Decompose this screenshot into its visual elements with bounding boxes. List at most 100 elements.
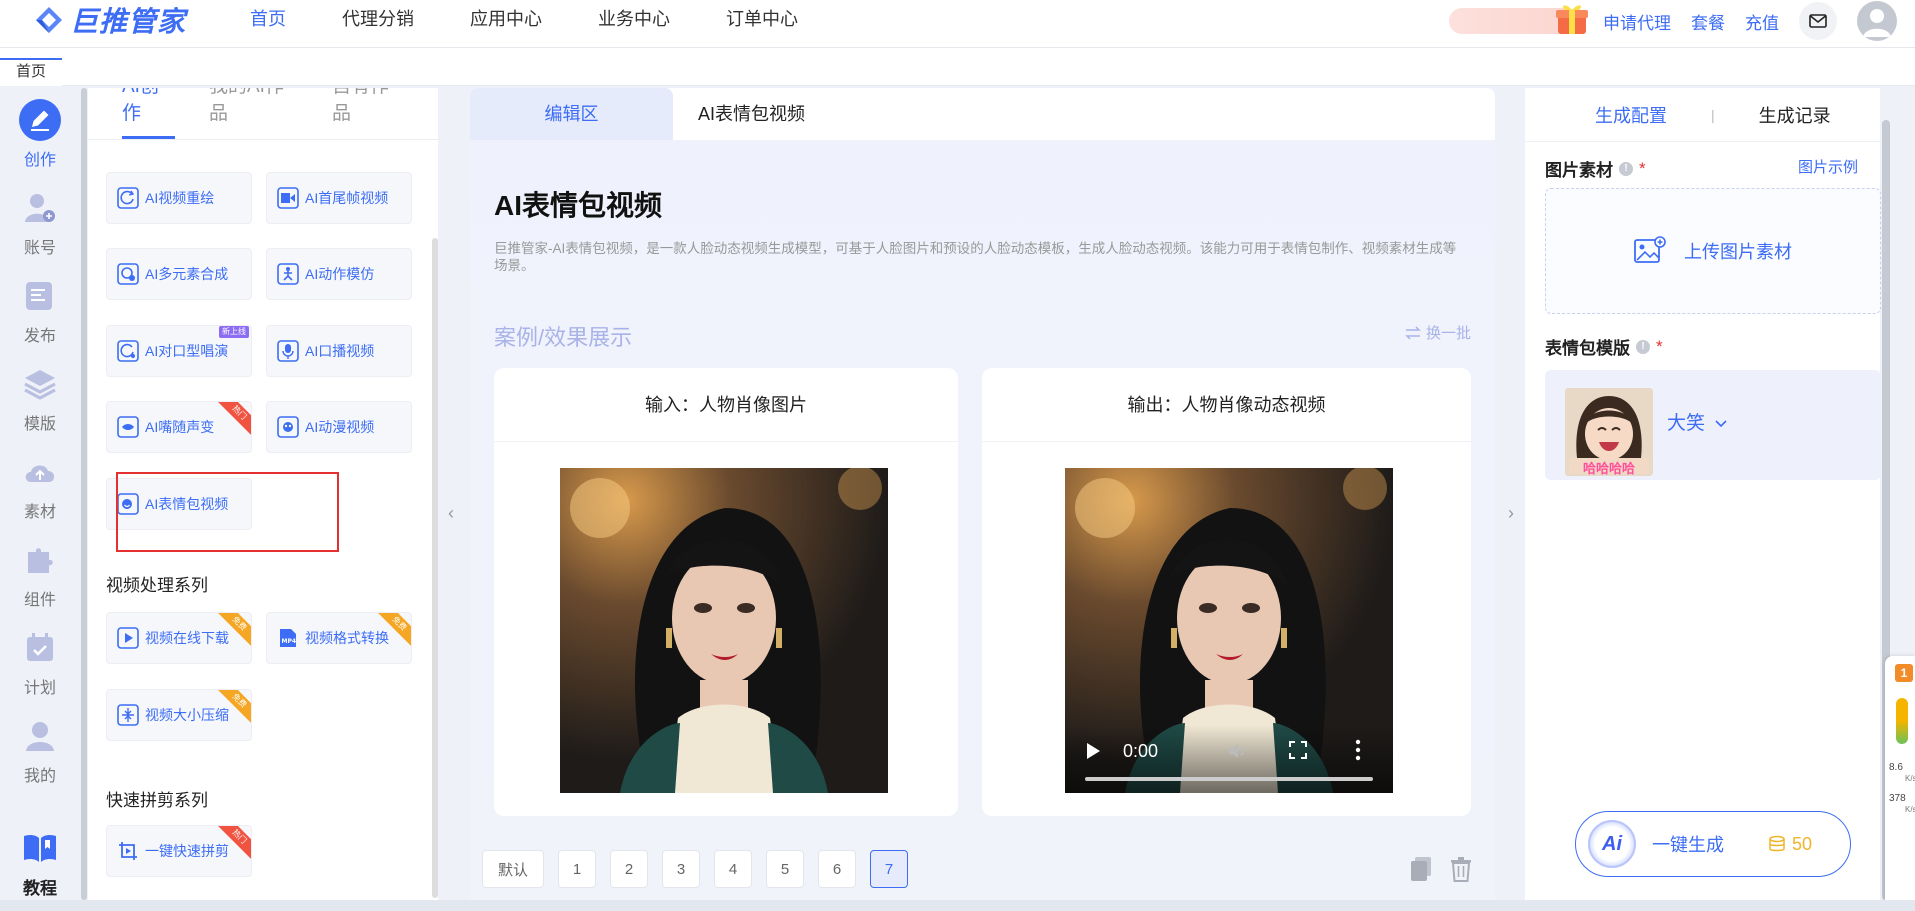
tab-ai-create[interactable]: AI创作: [122, 88, 175, 139]
page-button-4[interactable]: 4: [714, 850, 752, 888]
book-icon: [18, 826, 62, 870]
fullscreen-icon[interactable]: [1289, 741, 1307, 759]
image-example-link[interactable]: 图片示例: [1798, 156, 1858, 177]
publish-icon: [18, 274, 62, 318]
trash-icon[interactable]: [1449, 856, 1473, 882]
video-controls: 0:00: [1065, 725, 1393, 793]
selected-tool-highlight: [116, 472, 339, 552]
rail-item-account[interactable]: 账号: [0, 186, 80, 258]
volume-icon[interactable]: [1227, 741, 1249, 761]
swap-batch-button[interactable]: 换一批: [1404, 322, 1471, 343]
nav-app-center[interactable]: 应用中心: [470, 0, 570, 40]
page-button-6[interactable]: 6: [818, 850, 856, 888]
editor-area: 编辑区 AI表情包视频 AI表情包视频 巨推管家-AI表情包视频，是一款人脸动态…: [470, 88, 1495, 900]
tool-ai-motion-imitate[interactable]: AI动作模仿: [266, 248, 412, 300]
emoji-template-selector[interactable]: 哈哈哈哈 大笑: [1545, 370, 1881, 480]
page-default-button[interactable]: 默认: [482, 850, 544, 888]
tool-ai-multi-element[interactable]: AI多元素合成: [106, 248, 252, 300]
page-button-3[interactable]: 3: [662, 850, 700, 888]
apply-agent-link[interactable]: 申请代理: [1603, 9, 1671, 34]
rail-scrollbar[interactable]: [81, 88, 87, 900]
rail-item-material[interactable]: 素材: [0, 450, 80, 522]
tool-ai-frame-video[interactable]: AI首尾帧视频: [266, 172, 412, 224]
tool-ai-mouth-voice[interactable]: AI嘴随声变 热门: [106, 401, 252, 453]
calendar-check-icon: [18, 626, 62, 670]
rail-item-plan[interactable]: 计划: [0, 626, 80, 698]
puzzle-icon: [18, 538, 62, 582]
video-download-icon: [117, 627, 139, 649]
video-progress-bar[interactable]: [1085, 777, 1373, 781]
tool-ai-voice-video[interactable]: AI口播视频: [266, 325, 412, 377]
page-tab-home[interactable]: 首页: [0, 58, 62, 86]
nav-agent-distribution[interactable]: 代理分销: [342, 0, 442, 40]
collapse-left-chevron-icon[interactable]: ‹: [440, 496, 462, 530]
user-avatar-button[interactable]: [1857, 1, 1897, 41]
rail-item-tutorial[interactable]: 教程: [0, 826, 80, 899]
rail-item-publish[interactable]: 发布: [0, 274, 80, 346]
page-button-5[interactable]: 5: [766, 850, 804, 888]
nav-business-center[interactable]: 业务中心: [598, 0, 698, 40]
collapse-right-chevron-icon[interactable]: ›: [1500, 496, 1522, 530]
input-example-card: 输入：人物肖像图片: [494, 368, 958, 816]
download-speed: 378: [1889, 793, 1906, 804]
info-icon[interactable]: !: [1619, 161, 1633, 176]
pencil-icon: [18, 98, 62, 142]
package-link[interactable]: 套餐: [1691, 9, 1725, 34]
copy-icon[interactable]: [1409, 856, 1433, 882]
page-button-1[interactable]: 1: [558, 850, 596, 888]
brand-logo[interactable]: 巨推管家: [34, 2, 186, 38]
rail-item-create[interactable]: 创作: [0, 98, 80, 170]
page-tab-strip: 首页: [0, 48, 1915, 86]
tool-quick-edit[interactable]: 一键快速拼剪 热门: [106, 825, 252, 877]
config-tabs: 生成配置 | 生成记录: [1525, 88, 1880, 142]
page-button-2[interactable]: 2: [610, 850, 648, 888]
nav-home[interactable]: 首页: [250, 0, 314, 40]
case-showcase-title: 案例/效果展示: [494, 325, 633, 350]
nav-order-center[interactable]: 订单中心: [726, 0, 826, 40]
tool-ai-anime-video[interactable]: AI动漫视频: [266, 401, 412, 453]
tool-video-format-convert[interactable]: MP4 视频格式转换 免费: [266, 612, 412, 664]
editor-actions: [1409, 856, 1473, 882]
tab-generate-config[interactable]: 生成配置: [1595, 102, 1667, 128]
section-title-video-processing: 视频处理系列: [106, 576, 208, 595]
video-redraw-icon: [117, 187, 139, 209]
recharge-link[interactable]: 充值: [1745, 9, 1779, 34]
tools-scrollbar[interactable]: [432, 238, 438, 898]
user-avatar-icon: [1863, 9, 1891, 37]
rail-item-mine[interactable]: 我的: [0, 714, 80, 786]
output-card-title: 输出：人物肖像动态视频: [982, 368, 1471, 442]
output-example-card: 输出：人物肖像动态视频 0:00: [982, 368, 1471, 816]
tool-video-download[interactable]: 视频在线下载 免费: [106, 612, 252, 664]
one-click-generate-button[interactable]: Ai 一键生成 50: [1575, 811, 1851, 877]
video-time: 0:00: [1123, 741, 1159, 761]
hot-ribbon: 热门: [215, 402, 251, 437]
upload-speed-unit: K/s: [1905, 774, 1915, 783]
mail-icon: [1809, 14, 1827, 28]
mic-icon: [277, 340, 299, 362]
rail-item-template[interactable]: 模版: [0, 362, 80, 434]
promo-banner[interactable]: [1449, 5, 1588, 34]
play-icon[interactable]: [1087, 743, 1100, 759]
swap-icon: [1405, 325, 1421, 340]
tab-own-works[interactable]: 自有作品: [332, 88, 404, 139]
tab-ai-emoji-video[interactable]: AI表情包视频: [698, 88, 805, 140]
network-speed-widget[interactable]: 1 8.6 K/s 378 K/s: [1885, 656, 1915, 911]
brand-name: 巨推管家: [70, 6, 187, 37]
page-button-7[interactable]: 7: [870, 850, 908, 888]
info-icon[interactable]: !: [1636, 339, 1650, 354]
tool-video-compress[interactable]: 视频大小压缩 免费: [106, 689, 252, 741]
window-bottom-edge: [0, 900, 1915, 911]
tab-generate-history[interactable]: 生成记录: [1759, 102, 1831, 128]
tab-edit-area[interactable]: 编辑区: [470, 88, 673, 140]
output-portrait-video[interactable]: 0:00: [1065, 468, 1393, 793]
rail-item-components[interactable]: 组件: [0, 538, 80, 610]
mp4-icon: MP4: [280, 629, 296, 647]
upload-image-dropzone[interactable]: 上传图片素材: [1545, 188, 1881, 314]
tab-my-ai-works[interactable]: 我的AI作品: [209, 88, 298, 139]
cloud-upload-icon: [18, 450, 62, 494]
more-options-icon[interactable]: [1355, 739, 1361, 761]
section-title-quick-edit: 快速拼剪系列: [106, 791, 208, 810]
mail-button[interactable]: [1799, 2, 1837, 40]
tool-ai-video-redraw[interactable]: AI视频重绘: [106, 172, 252, 224]
tool-ai-lipsync-sing[interactable]: AI对口型唱演 新上线: [106, 325, 252, 377]
